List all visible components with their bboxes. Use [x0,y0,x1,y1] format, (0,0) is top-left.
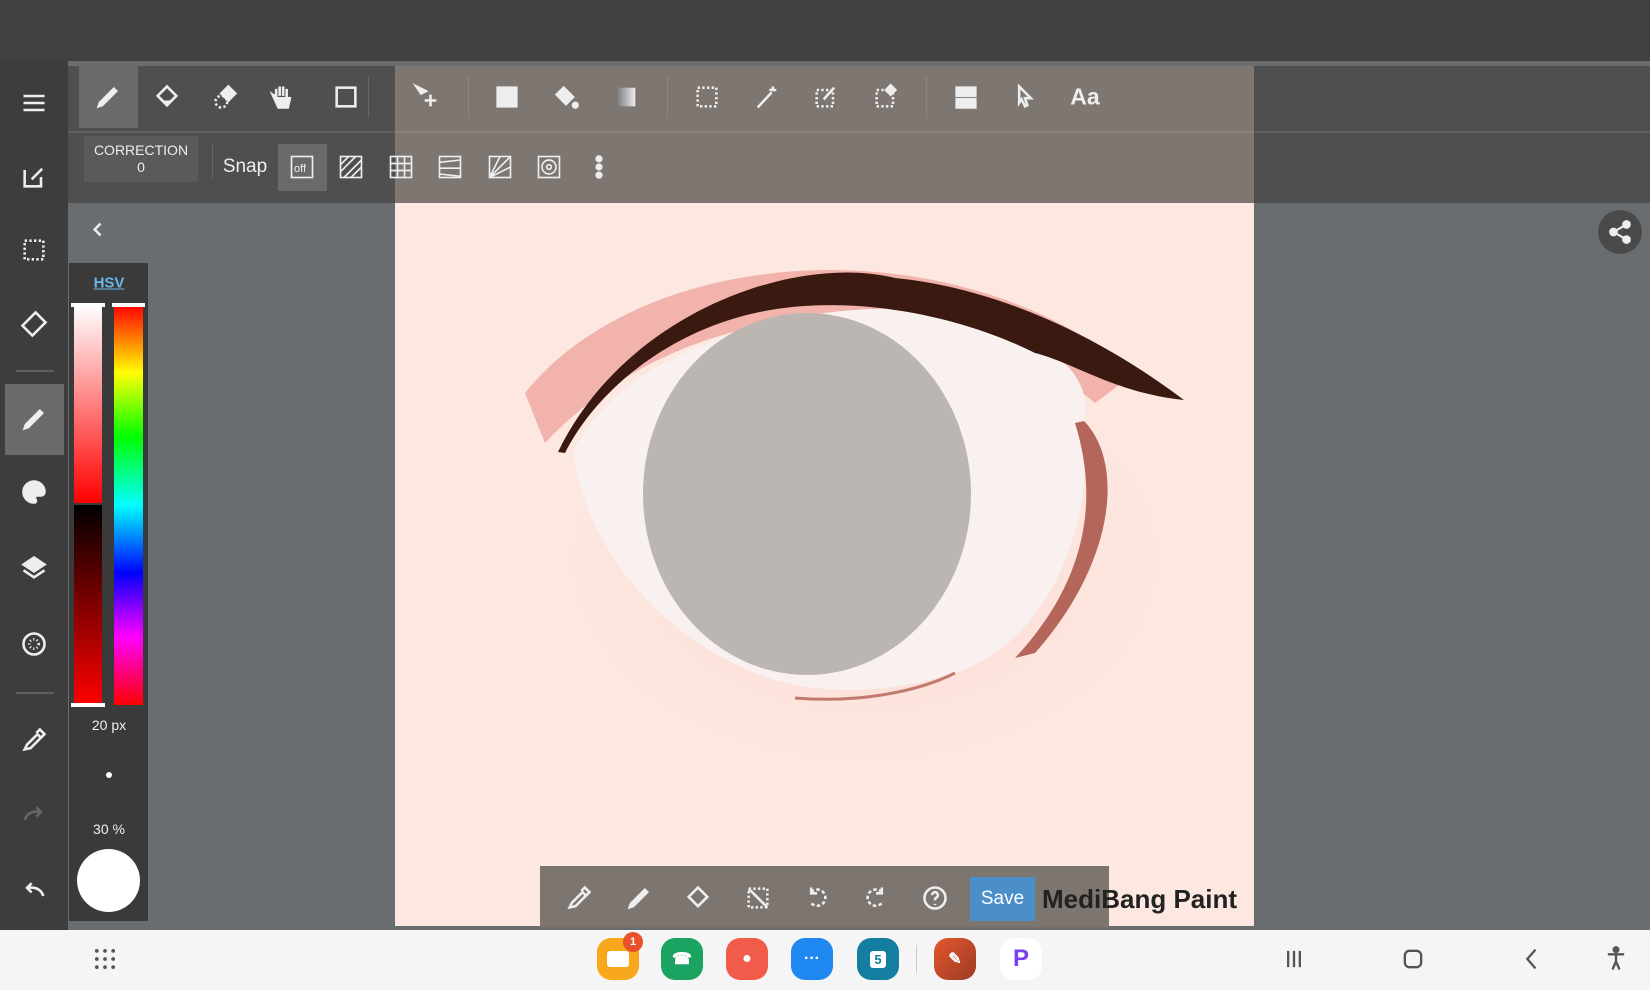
snap-off-text: off [294,163,307,175]
correction-button[interactable]: CORRECTION 0 [84,136,198,182]
palette-icon[interactable] [16,474,52,510]
eye-artwork [485,270,1245,793]
correction-label: CORRECTION [93,142,189,158]
status-bar [0,0,1650,61]
p-app[interactable]: P [1000,938,1042,980]
menu-icon[interactable] [16,85,52,121]
brush-opacity[interactable]: 30 % [93,821,125,837]
snap-parallel-icon[interactable] [333,149,369,185]
hue-slider[interactable] [114,305,143,705]
brush-preview [106,772,112,778]
redo-icon[interactable] [16,795,52,831]
app-drawer-icon[interactable] [91,945,119,978]
my-files-app[interactable]: 1 [597,932,643,980]
medibang-app[interactable]: ✎ [934,938,976,980]
text-tool-button[interactable]: Aa [1070,84,1099,111]
redo-icon[interactable] [858,880,894,916]
calendar-day: 5 [870,950,886,968]
slider-handle[interactable] [71,303,105,307]
new-canvas-icon[interactable] [16,159,52,195]
deselect-icon[interactable] [740,880,776,916]
undo-icon[interactable] [16,871,52,907]
pen-tool-icon[interactable] [90,79,126,115]
select-rect-icon[interactable] [689,79,725,115]
brush-icon[interactable] [16,401,52,437]
eraser-tool-icon[interactable] [149,79,185,115]
rotate-canvas-icon[interactable] [16,306,52,342]
help-icon[interactable] [917,880,953,916]
eyedropper-icon[interactable] [16,722,52,758]
fill-tool-icon[interactable] [489,79,525,115]
save-button[interactable]: Save [970,877,1035,921]
back-icon[interactable] [1518,945,1546,978]
snap-label: Snap [222,156,268,177]
collapse-panel-button[interactable] [88,220,108,245]
layers-icon[interactable] [16,550,52,586]
bucket-tool-icon[interactable] [548,79,584,115]
home-icon[interactable] [1399,945,1427,978]
magic-wand-icon[interactable] [749,79,785,115]
saturation-slider[interactable] [74,305,102,503]
snap-concentric-icon[interactable] [531,149,567,185]
canvas-overlay-toolbar: Aa [339,66,1254,203]
select-pen-icon[interactable] [808,79,844,115]
correction-value: 0 [137,159,145,175]
share-icon [1609,220,1631,244]
select-eraser-icon[interactable] [868,79,904,115]
divider [16,692,54,694]
medibang-logo: MediBang Paint [1042,884,1238,914]
quick-toolbar: Save [540,866,1109,928]
hsv-mode-link[interactable]: HSV [94,275,125,292]
pen-icon[interactable] [621,880,657,916]
current-color-swatch[interactable] [77,849,140,912]
drawing-canvas[interactable] [395,203,1254,926]
more-options-icon[interactable] [581,149,617,185]
contacts-app[interactable]: ● [726,938,768,980]
selection-icon[interactable] [16,232,52,268]
calendar-app[interactable]: 5 [857,938,899,980]
notification-badge: 1 [623,932,643,952]
left-sidebar [0,61,68,930]
messages-app[interactable]: ··· [791,938,833,980]
divider [16,370,54,372]
system-nav-bar: 1 ☎ ● ··· 5 ✎ P [0,930,1650,990]
materials-icon[interactable] [16,626,52,662]
brush-size[interactable]: 20 px [92,717,126,733]
shape-tool-icon[interactable] [328,79,364,115]
color-panel: HSV 20 px 30 % [69,263,148,921]
hue-handle[interactable] [112,303,145,307]
snap-off-icon[interactable]: off [284,149,320,185]
slider-handle[interactable] [71,703,105,707]
eraser-icon[interactable] [680,880,716,916]
share-button[interactable] [1598,210,1642,254]
value-slider[interactable] [74,505,102,705]
accessibility-icon[interactable] [1602,945,1630,978]
recent-apps-icon[interactable] [1280,945,1308,978]
gradient-tool-icon[interactable] [608,79,644,115]
selection-eraser-icon[interactable] [208,79,244,115]
undo-icon[interactable] [799,880,835,916]
operation-tool-icon[interactable] [1007,79,1043,115]
panel-divide-icon[interactable] [948,79,984,115]
move-tool-icon[interactable] [409,79,445,115]
snap-radial-icon[interactable] [482,149,518,185]
snap-grid-icon[interactable] [383,149,419,185]
phone-app[interactable]: ☎ [661,938,703,980]
snap-perspective-icon[interactable] [432,149,468,185]
eyedropper-icon[interactable] [561,880,597,916]
hand-tool-icon[interactable] [264,79,300,115]
